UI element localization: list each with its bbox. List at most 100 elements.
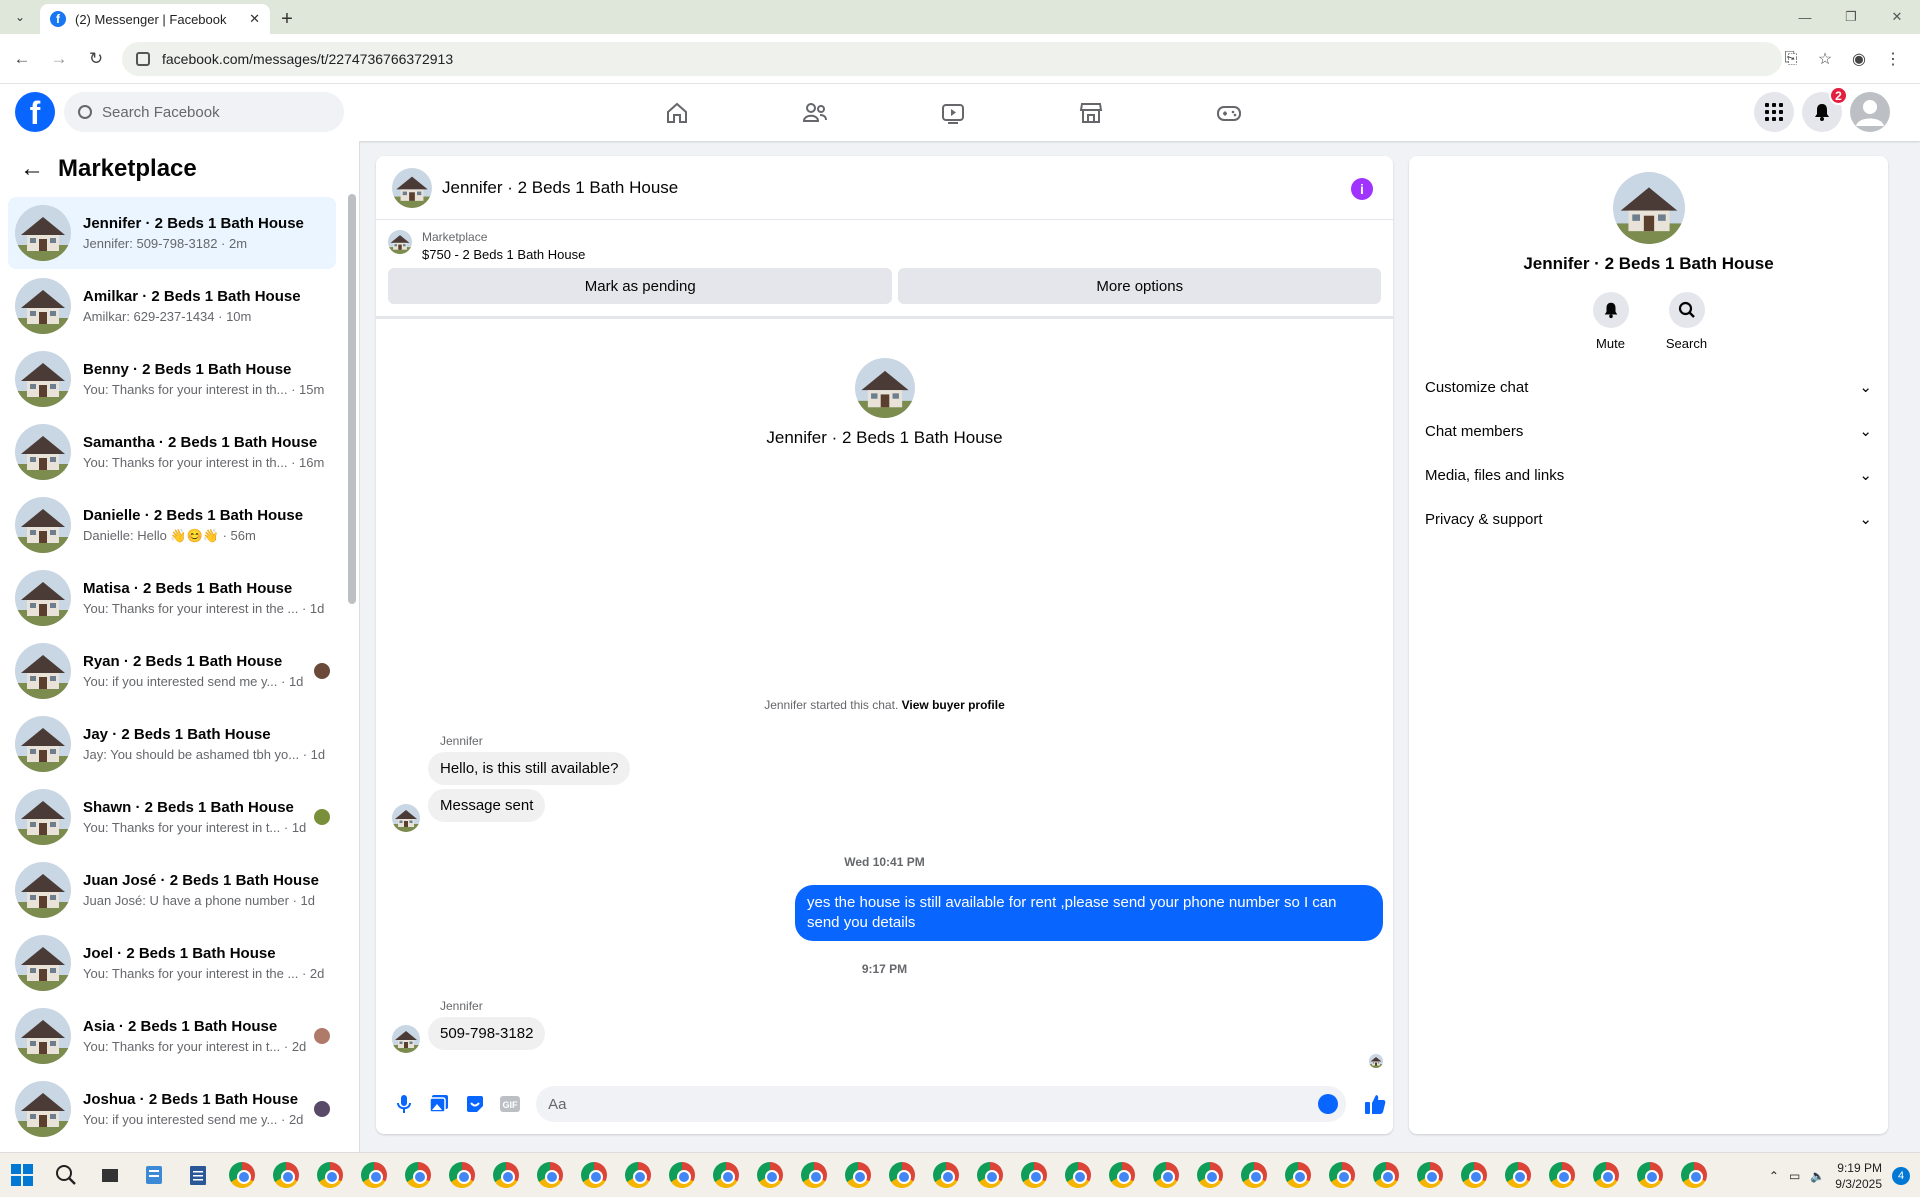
chrome-window-icon[interactable] bbox=[1232, 1153, 1276, 1197]
forward-icon[interactable]: → bbox=[44, 44, 74, 74]
minimize-icon[interactable]: — bbox=[1782, 0, 1828, 34]
info-icon[interactable]: i bbox=[1351, 178, 1373, 200]
network-icon[interactable]: ▭ bbox=[1789, 1169, 1800, 1183]
browser-menu-icon[interactable]: ⋮ bbox=[1876, 42, 1910, 76]
conversation-item[interactable]: Ryan · 2 Beds 1 Bath House You: if you in… bbox=[8, 635, 336, 707]
emoji-icon[interactable] bbox=[1317, 1094, 1338, 1114]
chevron-up-icon[interactable]: ⌃ bbox=[1769, 1169, 1779, 1183]
account-avatar[interactable] bbox=[1850, 92, 1890, 132]
bookmark-star-icon[interactable]: ☆ bbox=[1808, 42, 1842, 76]
chrome-window-icon[interactable] bbox=[748, 1153, 792, 1197]
marketplace-nav-icon[interactable] bbox=[1022, 84, 1160, 141]
site-info-icon[interactable] bbox=[136, 52, 150, 66]
section-chat-members[interactable]: Chat members ⌄ bbox=[1409, 409, 1888, 453]
profile-icon[interactable]: ◉ bbox=[1842, 42, 1876, 76]
incoming-message[interactable]: 509-798-3182 bbox=[428, 1017, 546, 1050]
notification-count-badge[interactable]: 4 bbox=[1892, 1166, 1910, 1185]
task-view-icon[interactable] bbox=[88, 1153, 132, 1197]
gaming-nav-icon[interactable] bbox=[1160, 84, 1298, 141]
conversation-item[interactable]: Joshua · 2 Beds 1 Bath House You: if you … bbox=[8, 1073, 336, 1145]
new-tab-button[interactable]: + bbox=[270, 4, 304, 34]
back-icon[interactable]: ← bbox=[7, 44, 37, 74]
chrome-window-icon[interactable] bbox=[1496, 1153, 1540, 1197]
notifications-bell-icon[interactable]: 2 bbox=[1802, 86, 1848, 132]
section-media-files-links[interactable]: Media, files and links ⌄ bbox=[1409, 453, 1888, 497]
section-customize-chat[interactable]: Customize chat ⌄ bbox=[1409, 365, 1888, 409]
chrome-window-icon[interactable] bbox=[1408, 1153, 1452, 1197]
chrome-window-icon[interactable] bbox=[1100, 1153, 1144, 1197]
chrome-window-icon[interactable] bbox=[440, 1153, 484, 1197]
search-facebook-input[interactable]: Search Facebook bbox=[64, 92, 344, 132]
install-app-icon[interactable]: ⎘ bbox=[1774, 42, 1808, 76]
gif-icon[interactable]: GIF bbox=[493, 1086, 529, 1122]
restore-icon[interactable]: ❐ bbox=[1828, 0, 1874, 34]
conversation-item[interactable]: Samantha · 2 Beds 1 Bath House You: Thank… bbox=[8, 416, 336, 488]
clock[interactable]: 9:19 PM 9/3/2025 bbox=[1835, 1160, 1882, 1192]
conversation-item[interactable]: Benny · 2 Beds 1 Bath House You: Thanks f… bbox=[8, 343, 336, 415]
video-nav-icon[interactable] bbox=[884, 84, 1022, 141]
chrome-window-icon[interactable] bbox=[1672, 1153, 1716, 1197]
chrome-window-icon[interactable] bbox=[924, 1153, 968, 1197]
incoming-message[interactable]: Hello, is this still available? bbox=[428, 752, 631, 785]
chrome-window-icon[interactable] bbox=[264, 1153, 308, 1197]
chrome-window-icon[interactable] bbox=[1540, 1153, 1584, 1197]
message-input[interactable]: Aa bbox=[536, 1086, 1346, 1122]
chrome-window-icon[interactable] bbox=[1452, 1153, 1496, 1197]
chrome-window-icon[interactable] bbox=[1628, 1153, 1672, 1197]
chrome-window-icon[interactable] bbox=[1056, 1153, 1100, 1197]
sender-avatar[interactable] bbox=[392, 804, 420, 832]
chrome-window-icon[interactable] bbox=[660, 1153, 704, 1197]
view-buyer-profile-link[interactable]: View buyer profile bbox=[902, 698, 1005, 712]
conversation-item[interactable]: Matisa · 2 Beds 1 Bath House You: Thanks … bbox=[8, 562, 336, 634]
start-windows-icon[interactable] bbox=[0, 1153, 44, 1197]
conversation-item[interactable]: Asia · 2 Beds 1 Bath House You: Thanks fo… bbox=[8, 1000, 336, 1072]
close-tab-icon[interactable]: ✕ bbox=[249, 11, 260, 27]
facebook-logo-icon[interactable]: f bbox=[15, 92, 55, 132]
chrome-window-icon[interactable] bbox=[792, 1153, 836, 1197]
menu-grid-icon[interactable] bbox=[1754, 92, 1794, 132]
incoming-message[interactable]: Message sent bbox=[428, 789, 546, 822]
chrome-window-icon[interactable] bbox=[1012, 1153, 1056, 1197]
chrome-window-icon[interactable] bbox=[396, 1153, 440, 1197]
chrome-window-icon[interactable] bbox=[1276, 1153, 1320, 1197]
thumbs-up-icon[interactable] bbox=[1358, 1086, 1394, 1122]
conversation-item[interactable]: Shawn · 2 Beds 1 Bath House You: Thanks f… bbox=[8, 781, 336, 853]
outgoing-message[interactable]: yes the house is still available for ren… bbox=[795, 885, 1383, 941]
chrome-window-icon[interactable] bbox=[836, 1153, 880, 1197]
sticker-icon[interactable] bbox=[457, 1086, 493, 1122]
url-field[interactable]: facebook.com/messages/t/2274736766372913 bbox=[122, 42, 1782, 76]
mark-as-pending-button[interactable]: Mark as pending bbox=[388, 268, 893, 304]
section-privacy-support[interactable]: Privacy & support ⌄ bbox=[1409, 497, 1888, 541]
details-avatar[interactable] bbox=[1612, 172, 1685, 244]
chrome-window-icon[interactable] bbox=[1144, 1153, 1188, 1197]
chrome-window-icon[interactable] bbox=[1188, 1153, 1232, 1197]
volume-icon[interactable]: 🔈 bbox=[1810, 1169, 1825, 1183]
chrome-window-icon[interactable] bbox=[704, 1153, 748, 1197]
friends-nav-icon[interactable] bbox=[746, 84, 884, 141]
conversation-item[interactable]: Joel · 2 Beds 1 Bath House You: Thanks fo… bbox=[8, 927, 336, 999]
conversation-item[interactable]: Juan José · 2 Beds 1 Bath House Juan José… bbox=[8, 854, 336, 926]
conversation-scrollbar[interactable] bbox=[348, 194, 356, 604]
photo-icon[interactable] bbox=[422, 1086, 458, 1122]
chrome-window-icon[interactable] bbox=[1584, 1153, 1628, 1197]
sender-avatar[interactable] bbox=[392, 1025, 420, 1053]
search-taskbar-icon[interactable] bbox=[44, 1153, 88, 1197]
notepad-icon[interactable] bbox=[176, 1153, 220, 1197]
chrome-window-icon[interactable] bbox=[968, 1153, 1012, 1197]
chrome-window-icon[interactable] bbox=[616, 1153, 660, 1197]
app-pinned-icon[interactable] bbox=[132, 1153, 176, 1197]
chat-avatar[interactable] bbox=[392, 167, 432, 208]
chrome-window-icon[interactable] bbox=[484, 1153, 528, 1197]
reload-icon[interactable]: ↻ bbox=[81, 44, 111, 74]
search-in-chat-button[interactable]: Search bbox=[1665, 292, 1709, 351]
close-window-icon[interactable]: ✕ bbox=[1874, 0, 1920, 34]
conversation-item[interactable]: Danielle · 2 Beds 1 Bath House Danielle: … bbox=[8, 489, 336, 561]
chrome-window-icon[interactable] bbox=[308, 1153, 352, 1197]
mute-button[interactable]: Mute bbox=[1589, 292, 1633, 351]
back-arrow-icon[interactable]: ← bbox=[20, 155, 44, 183]
chrome-window-icon[interactable] bbox=[352, 1153, 396, 1197]
profile-avatar[interactable] bbox=[854, 358, 915, 418]
conversation-item[interactable]: Jay · 2 Beds 1 Bath House Jay: You should… bbox=[8, 708, 336, 780]
home-nav-icon[interactable] bbox=[608, 84, 746, 141]
microphone-icon[interactable] bbox=[386, 1086, 422, 1122]
